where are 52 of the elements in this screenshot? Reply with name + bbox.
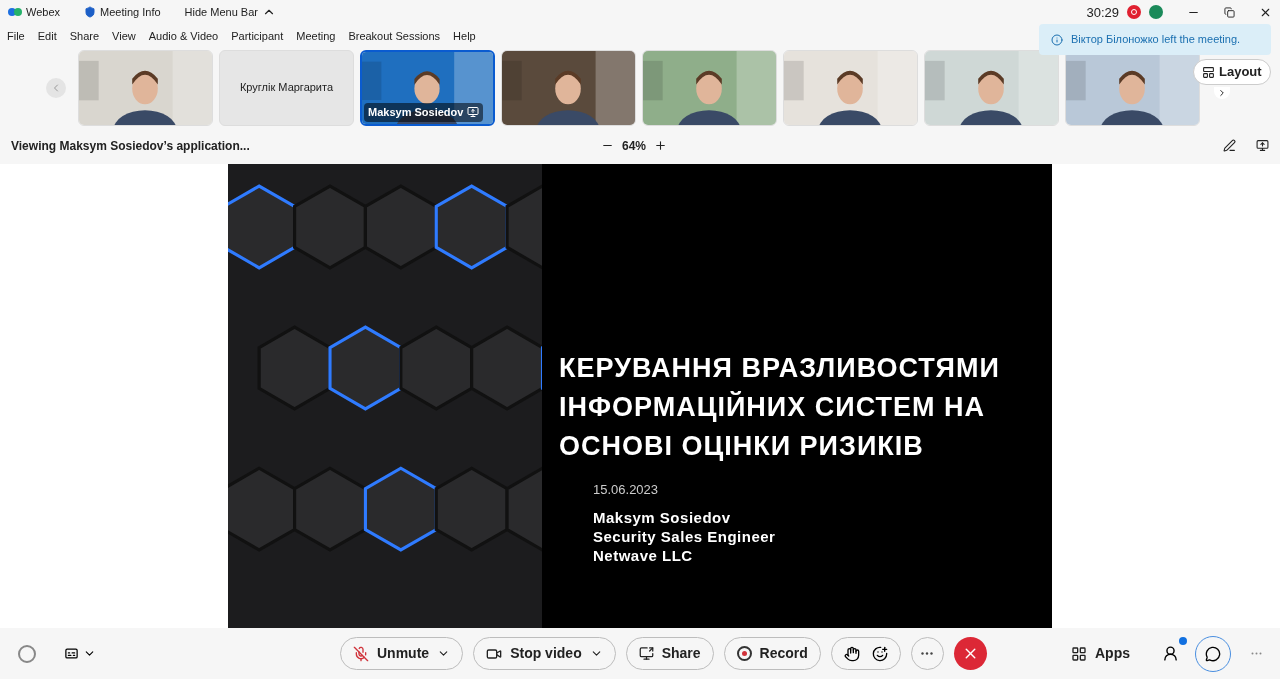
participant-name: Maksym Sosiedov bbox=[368, 105, 464, 121]
slide-date: 15.06.2023 bbox=[593, 481, 660, 500]
share-screen-icon bbox=[638, 646, 654, 662]
notification-text: Віктор Білоножко left the meeting. bbox=[1071, 32, 1241, 48]
monitor-icon[interactable] bbox=[1256, 139, 1269, 153]
meeting-timer: 30:29 bbox=[1086, 3, 1119, 22]
more-icon[interactable] bbox=[1251, 652, 1262, 656]
restore-icon[interactable] bbox=[1224, 6, 1235, 18]
logo-icon bbox=[8, 7, 22, 18]
slide-title-line: ОСНОВІ ОЦІНКИ РИЗИКІВ bbox=[559, 430, 925, 464]
hide-menu-bar-button[interactable]: Hide Menu Bar bbox=[184, 4, 276, 21]
participants-icon[interactable] bbox=[1162, 645, 1179, 663]
menu-item[interactable]: Breakout Sessions bbox=[348, 28, 441, 45]
more-icon bbox=[921, 652, 934, 656]
menu-item[interactable]: Meeting bbox=[296, 28, 336, 45]
slide-title-line: КЕРУВАННЯ ВРАЗЛИВОСТЯМИ bbox=[559, 352, 1001, 386]
chevron-right-icon bbox=[1217, 88, 1227, 98]
shield-icon bbox=[84, 6, 97, 19]
next-button[interactable] bbox=[1214, 87, 1230, 99]
zoom-in-icon[interactable] bbox=[654, 139, 668, 153]
status-ring-icon bbox=[18, 644, 36, 663]
info-icon bbox=[1051, 33, 1063, 46]
muted-mic-icon bbox=[353, 645, 369, 662]
participant-tile[interactable]: Круглік Маргарита bbox=[219, 49, 354, 126]
menu-item[interactable]: Edit bbox=[37, 28, 57, 45]
meeting-info-button[interactable]: Meeting Info bbox=[84, 4, 161, 21]
menu-item[interactable]: Participant bbox=[231, 28, 284, 45]
raise-hand-icon[interactable] bbox=[843, 645, 860, 662]
menu-item[interactable]: View bbox=[112, 28, 136, 45]
viewing-status: Viewing Maksym Sosiedov’s application... bbox=[11, 137, 251, 155]
menu-item[interactable]: File bbox=[7, 28, 25, 45]
chat-icon bbox=[1205, 645, 1221, 662]
apps-button[interactable]: Apps bbox=[1071, 643, 1130, 665]
presenter-line: Security Sales Engineer bbox=[593, 526, 777, 546]
reaction-icon[interactable] bbox=[871, 645, 888, 662]
app-name: Webex bbox=[26, 5, 61, 21]
annotate-icon[interactable] bbox=[1223, 139, 1236, 153]
participant-name: Круглік Маргарита bbox=[239, 80, 334, 96]
zoom-level: 64% bbox=[622, 137, 647, 155]
leave-button[interactable] bbox=[953, 637, 987, 671]
record-icon bbox=[736, 646, 752, 662]
layout-button[interactable]: Layout bbox=[1193, 59, 1271, 85]
menu-item[interactable]: Share bbox=[69, 28, 100, 45]
presenter-line: Maksym Sosiedov bbox=[593, 507, 732, 527]
menu-item[interactable]: Audio & Video bbox=[148, 28, 219, 45]
layout-icon bbox=[1202, 65, 1215, 79]
slide-title-line: ІНФОРМАЦІЙНИХ СИСТЕМ НА bbox=[559, 390, 986, 425]
apps-grid-icon bbox=[1071, 645, 1087, 662]
captions-icon bbox=[64, 646, 79, 662]
presenter-line: Netwave LLC bbox=[593, 545, 694, 565]
captions-button[interactable] bbox=[64, 646, 96, 662]
menu-item[interactable]: Help bbox=[453, 28, 476, 45]
